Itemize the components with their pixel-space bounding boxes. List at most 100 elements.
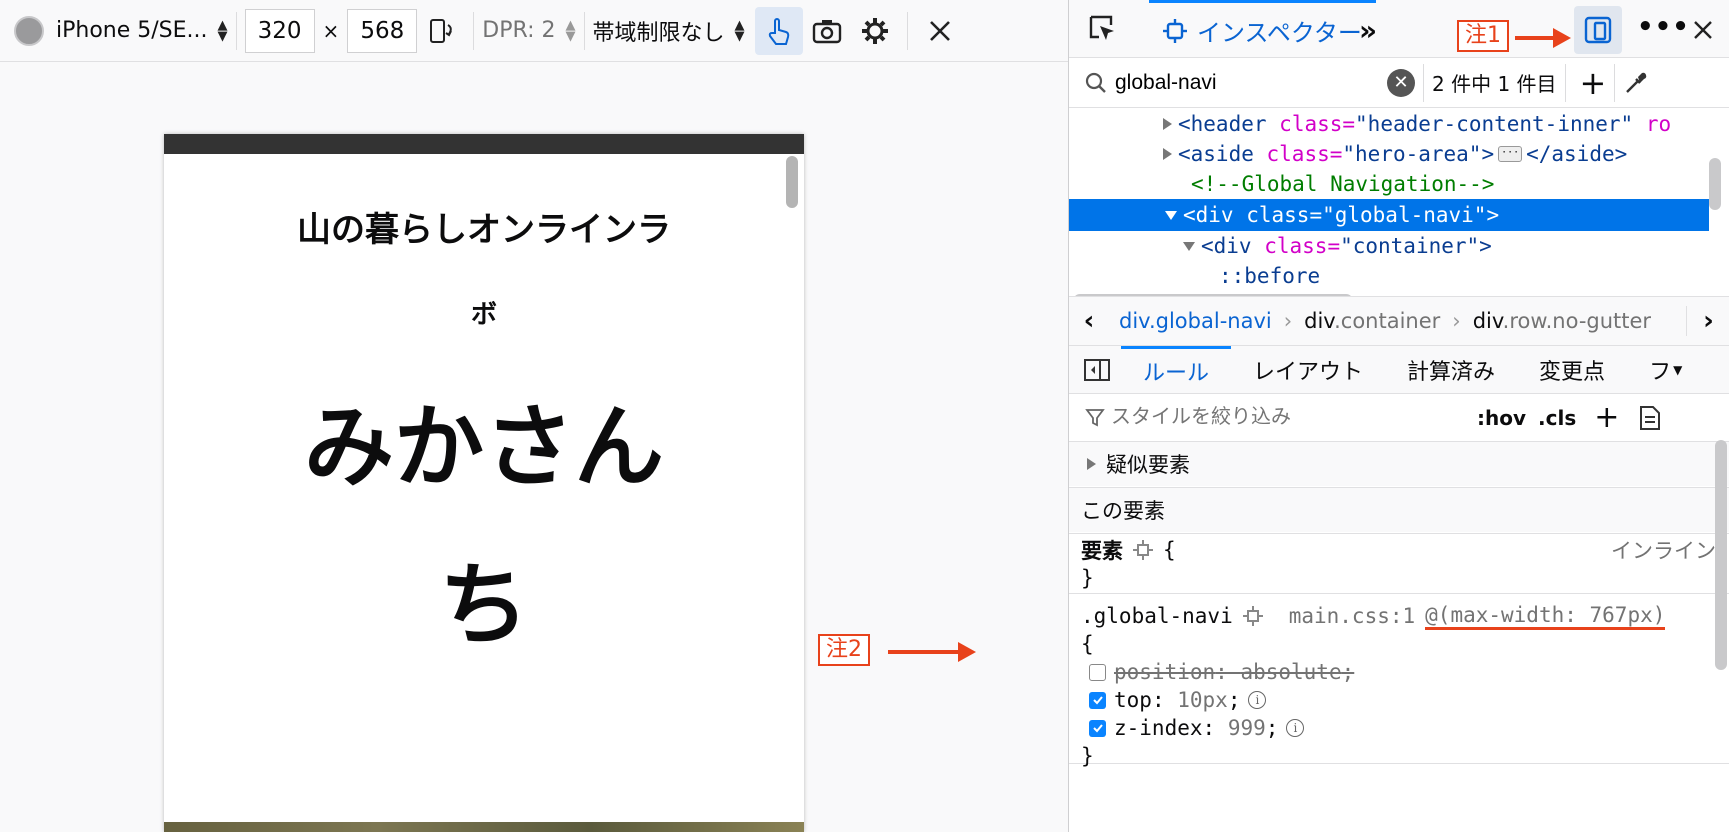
- info-icon[interactable]: i: [1286, 719, 1305, 737]
- close-icon: [929, 20, 950, 41]
- decl-prop: top: [1114, 688, 1152, 712]
- collapsed-ellipsis-icon[interactable]: ···: [1498, 146, 1523, 162]
- rules-filter-bar: :hov .cls +: [1069, 394, 1729, 442]
- markup-val: "container": [1340, 234, 1480, 258]
- clear-search-button[interactable]: ✕: [1387, 68, 1415, 97]
- rules-filter-input[interactable]: [1111, 406, 1471, 429]
- markup-val: "global-navi": [1322, 203, 1487, 227]
- markup-node-header[interactable]: <header class= "header-content-inner" ro: [1069, 108, 1709, 140]
- eyedropper-icon[interactable]: [1623, 70, 1649, 96]
- search-icon: [1085, 72, 1106, 93]
- add-node-button[interactable]: +: [1580, 64, 1607, 102]
- decl-checkbox[interactable]: [1089, 691, 1106, 709]
- decl-top[interactable]: top: 10px; i: [1069, 686, 1729, 714]
- node-target-icon[interactable]: [1242, 606, 1263, 626]
- cls-button[interactable]: .cls: [1538, 406, 1576, 430]
- print-media-icon[interactable]: [1639, 405, 1661, 431]
- responsive-mode-button[interactable]: [1574, 6, 1622, 54]
- hero-image: [164, 822, 804, 832]
- pick-element-button[interactable]: [1079, 5, 1127, 53]
- breadcrumb-item-container[interactable]: div.container: [1304, 309, 1440, 333]
- close-rdm-button[interactable]: [916, 7, 964, 55]
- pseudo-elements-section[interactable]: 疑似要素: [1069, 442, 1729, 488]
- markup-node-aside[interactable]: <aside class= "hero-area" > ··· </aside>: [1069, 138, 1709, 170]
- markup-attr: class=: [1266, 142, 1343, 166]
- element-inline-rule[interactable]: 要素 { インライン }: [1069, 534, 1729, 594]
- decl-value: 10px: [1177, 688, 1228, 712]
- annotation-note1: 注1: [1457, 20, 1509, 52]
- check-icon: [1092, 724, 1103, 733]
- collapse-arrow-icon[interactable]: [1165, 210, 1177, 220]
- expand-arrow-icon[interactable]: [1163, 118, 1172, 130]
- phone-frame[interactable]: 山の暮らしオンラインラ ボ みかさん ち: [164, 134, 804, 832]
- tab-more[interactable]: フ ▼: [1627, 346, 1686, 394]
- clear-icon: ✕: [1393, 72, 1409, 93]
- markup-val: "hero-area": [1342, 142, 1482, 166]
- breadcrumb-item-global-navi[interactable]: div.global-navi: [1119, 309, 1272, 333]
- markup-vscrollbar[interactable]: [1709, 158, 1721, 210]
- dpr-selector[interactable]: DPR: 2 ▲ ▼: [482, 18, 575, 43]
- touch-simulation-button[interactable]: [754, 6, 803, 55]
- breadcrumb-next-icon[interactable]: ›: [1686, 306, 1729, 336]
- add-rule-button[interactable]: +: [1594, 400, 1619, 435]
- settings-button[interactable]: [851, 7, 899, 55]
- rule-source-link[interactable]: main.css:1: [1289, 604, 1415, 628]
- info-icon[interactable]: i: [1248, 691, 1267, 709]
- annotation-note2: 注2: [818, 634, 870, 666]
- collapse-arrow-icon[interactable]: [1183, 241, 1195, 251]
- decl-position[interactable]: position: absolute;: [1069, 658, 1729, 686]
- markup-view: <header class= "header-content-inner" ro …: [1069, 108, 1729, 296]
- breadcrumb-class: .container: [1334, 309, 1441, 333]
- markup-search-input[interactable]: [1115, 70, 1375, 95]
- screenshot-button[interactable]: [803, 7, 851, 55]
- tab-rules[interactable]: ルール: [1121, 345, 1232, 394]
- device-icon: [14, 15, 44, 46]
- expand-arrow-icon[interactable]: [1163, 148, 1172, 160]
- height-input[interactable]: 568: [347, 8, 418, 53]
- markup-node-container[interactable]: <div class= "container" >: [1069, 230, 1709, 262]
- tab-layout[interactable]: レイアウト: [1231, 346, 1385, 394]
- more-tabs-icon[interactable]: »: [1359, 14, 1377, 47]
- rotate-icon: [430, 18, 453, 43]
- markup-comment[interactable]: <!--Global Navigation-->: [1069, 168, 1709, 200]
- sidebar-tabs: ルール レイアウト 計算済み 変更点 フ ▼: [1069, 345, 1729, 394]
- updown-icon: ▲ ▼: [217, 17, 228, 44]
- width-input[interactable]: 320: [244, 8, 315, 53]
- tab-computed[interactable]: 計算済み: [1385, 346, 1517, 394]
- times-sign: ×: [322, 18, 340, 43]
- global-navi-rule[interactable]: .global-navi main.css:1 @(max-width: 767…: [1069, 594, 1729, 768]
- filter-icon: [1085, 408, 1105, 426]
- search-result-count: 2 件中 1 件目: [1432, 72, 1557, 96]
- markup-val: "header-content-inner": [1355, 112, 1634, 136]
- throttle-label: 帯域制限なし: [592, 20, 725, 46]
- close-devtools-button[interactable]: [1679, 6, 1727, 54]
- tab-inspector[interactable]: インスペクター: [1149, 0, 1376, 58]
- phone-scrollbar[interactable]: [786, 156, 798, 208]
- annotation-arrow-icon: [888, 642, 976, 662]
- decl-checkbox[interactable]: [1089, 663, 1106, 681]
- markup-node-global-navi[interactable]: <div class= "global-navi" >: [1069, 199, 1709, 231]
- breadcrumb-item-row[interactable]: div.row.no-gutter: [1473, 309, 1651, 333]
- decl-z-index[interactable]: z-index: 999; i: [1069, 714, 1729, 742]
- breadcrumb-prev-icon[interactable]: ‹: [1069, 306, 1109, 336]
- brace-close: }: [1081, 566, 1094, 590]
- decl-prop: z-index: [1114, 716, 1203, 740]
- tab-changes[interactable]: 変更点: [1517, 346, 1627, 394]
- responsive-toolbar: iPhone 5/SE... ▲ ▼ 320 × 568 DPR: 2 ▲ ▼ 帯域…: [0, 0, 1068, 62]
- annotation-arrow-icon: [1515, 28, 1571, 48]
- toggle-pane-icon[interactable]: [1083, 358, 1111, 382]
- rules-scrollbar[interactable]: [1715, 440, 1727, 670]
- pick-element-icon: [1089, 15, 1114, 40]
- decl-checkbox[interactable]: [1089, 719, 1106, 737]
- throttle-selector[interactable]: 帯域制限なし ▲ ▼: [593, 15, 745, 47]
- device-selector[interactable]: iPhone 5/SE... ▲ ▼: [56, 18, 228, 43]
- node-target-icon[interactable]: [1133, 540, 1153, 560]
- expand-arrow-icon[interactable]: [1087, 458, 1096, 470]
- breadcrumb-class: .global-navi: [1148, 309, 1272, 333]
- rotate-button[interactable]: [417, 7, 465, 55]
- markup-pseudo-before[interactable]: ::before: [1069, 260, 1709, 292]
- markup-attr: ro: [1645, 112, 1672, 136]
- hov-button[interactable]: :hov: [1477, 406, 1526, 430]
- check-icon: [1092, 696, 1103, 705]
- markup-attr: class=: [1279, 112, 1356, 136]
